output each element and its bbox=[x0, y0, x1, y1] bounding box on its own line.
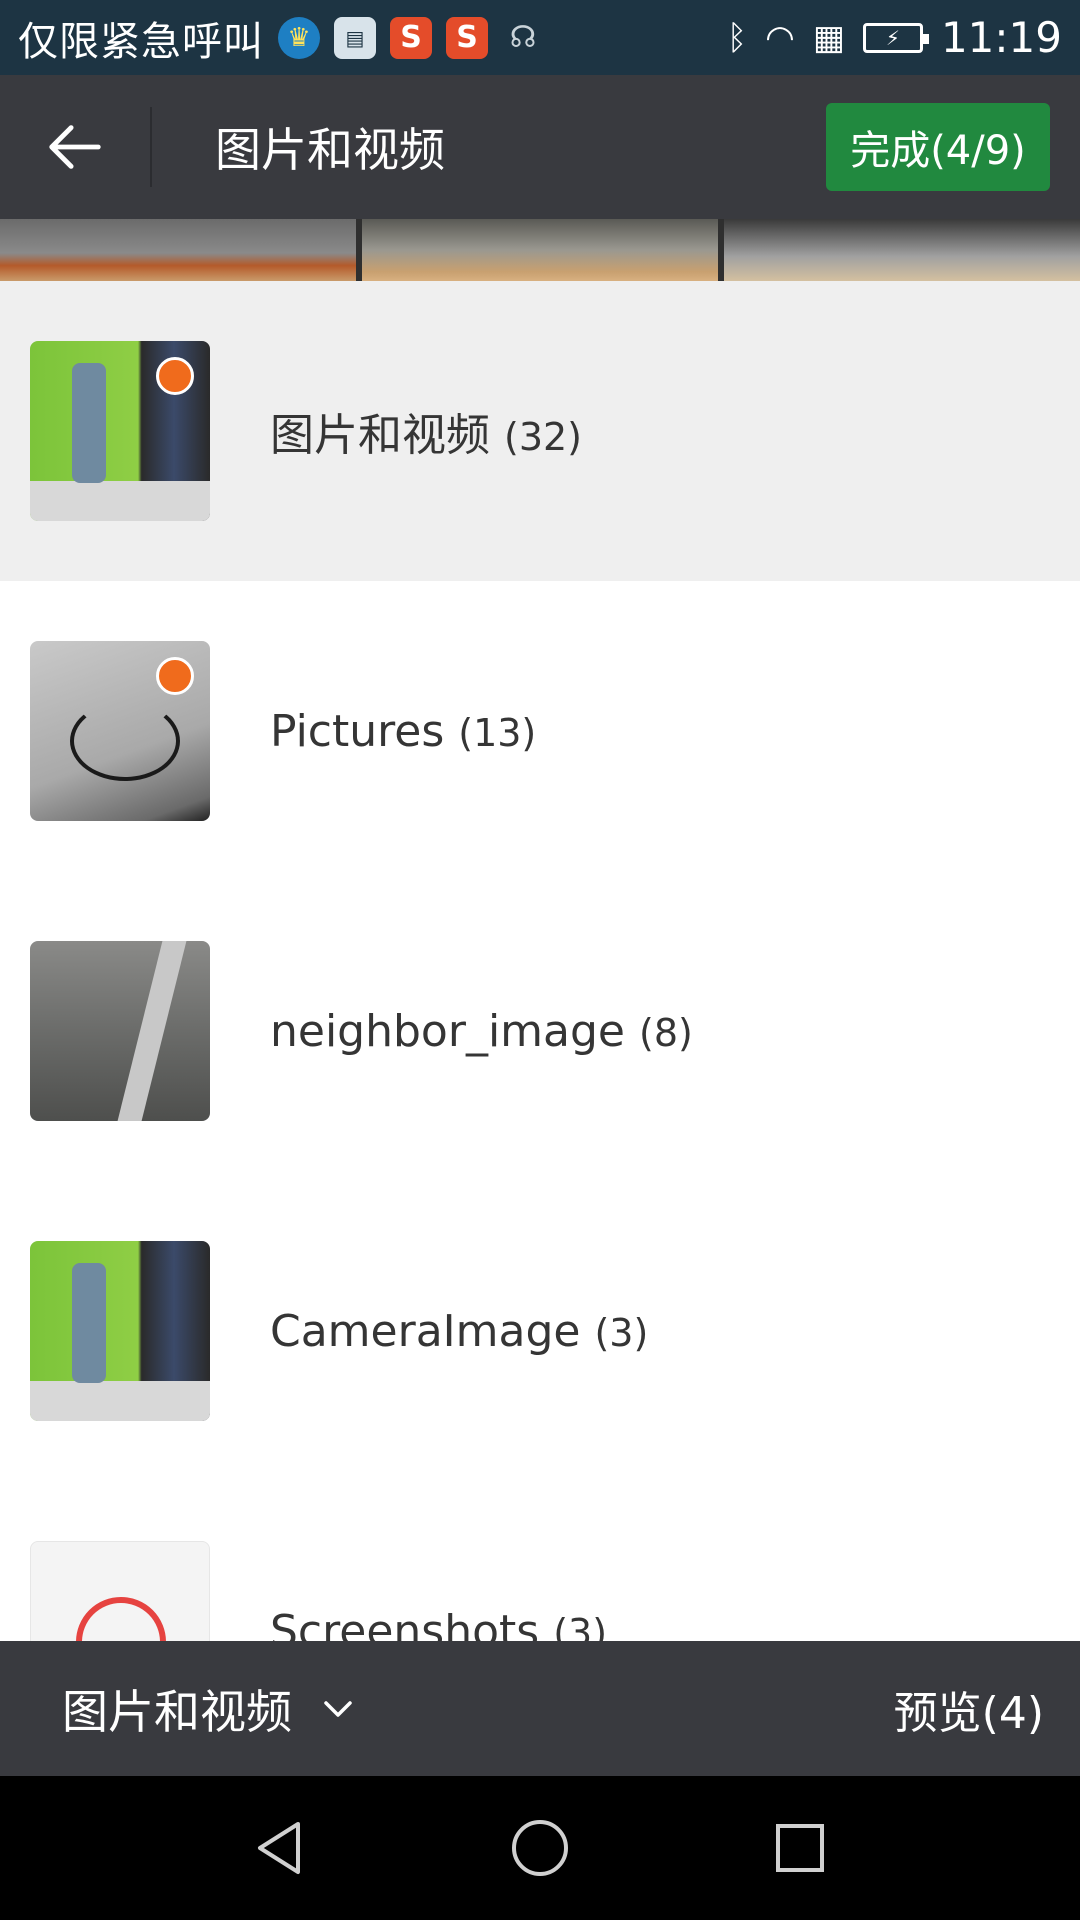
sina-s-icon: S bbox=[390, 16, 432, 59]
album-name: Pictures bbox=[270, 705, 445, 757]
status-right: ᛒ ◠ ▦ ⚡ 11:19 bbox=[727, 0, 1062, 75]
circle-home-icon bbox=[512, 1820, 568, 1876]
album-count: (32) bbox=[504, 415, 583, 459]
album-name: neighbor_image bbox=[270, 1005, 625, 1057]
album-count: (8) bbox=[639, 1010, 693, 1055]
sim-icon: ▦ bbox=[812, 17, 845, 58]
photo-grid-strip bbox=[0, 219, 1080, 281]
bottom-toolbar: 图片和视频 预览(4) bbox=[0, 1641, 1080, 1776]
album-thumbnail bbox=[30, 1541, 210, 1641]
system-nav-bar bbox=[0, 1776, 1080, 1920]
carrier-text: 仅限紧急呼叫 bbox=[18, 18, 264, 65]
album-label: CameraImage (3) bbox=[270, 1306, 648, 1357]
selected-dot-icon bbox=[156, 357, 194, 395]
page-title: 图片和视频 bbox=[215, 123, 445, 177]
album-label: Screenshots (3) bbox=[270, 1606, 607, 1642]
nav-back-button[interactable] bbox=[235, 1803, 325, 1893]
album-thumbnail bbox=[30, 1241, 210, 1421]
crown-icon: ♛ bbox=[278, 16, 320, 59]
nav-home-button[interactable] bbox=[495, 1803, 585, 1893]
album-label: 图片和视频 (32) bbox=[270, 399, 582, 463]
status-time: 11:19 bbox=[940, 13, 1062, 62]
album-item[interactable]: Pictures (13) bbox=[0, 581, 1080, 881]
bluetooth-icon: ᛒ bbox=[726, 17, 748, 58]
wifi-icon: ◠ bbox=[765, 17, 795, 58]
top-app-bar: 图片和视频 完成(4/9) bbox=[0, 75, 1080, 219]
album-item[interactable]: Screenshots (3) bbox=[0, 1481, 1080, 1641]
album-item[interactable]: 图片和视频 (32) bbox=[0, 281, 1080, 581]
selected-dot-icon bbox=[156, 657, 194, 695]
folder-selector-label: 图片和视频 bbox=[62, 1684, 292, 1739]
back-arrow-icon bbox=[49, 125, 101, 169]
chevron-down-icon bbox=[324, 1700, 352, 1717]
triangle-back-icon bbox=[258, 1822, 300, 1874]
album-item[interactable]: CameraImage (3) bbox=[0, 1181, 1080, 1481]
album-list: 图片和视频 (32) Pictures (13) neighbor_image … bbox=[0, 281, 1080, 1641]
album-count: (13) bbox=[458, 710, 537, 755]
square-recents-icon bbox=[776, 1824, 824, 1872]
sina-s-icon: S bbox=[446, 16, 488, 59]
album-thumbnail bbox=[30, 941, 210, 1121]
album-item[interactable]: neighbor_image (8) bbox=[0, 881, 1080, 1181]
photo-thumbnail[interactable] bbox=[724, 219, 1080, 281]
album-name: Screenshots bbox=[270, 1605, 540, 1642]
album-name: CameraImage bbox=[270, 1305, 581, 1357]
folder-selector[interactable]: 图片和视频 bbox=[62, 1641, 356, 1776]
album-name: 图片和视频 bbox=[270, 410, 490, 461]
nav-recents-button[interactable] bbox=[755, 1803, 845, 1893]
album-count: (3) bbox=[553, 1610, 608, 1642]
photo-thumbnail[interactable] bbox=[362, 219, 718, 281]
album-label: neighbor_image (8) bbox=[270, 1006, 693, 1057]
photo-thumbnail[interactable] bbox=[0, 219, 356, 281]
divider bbox=[150, 107, 152, 187]
status-left: 仅限紧急呼叫 ♛ ▤ S S ☊ bbox=[18, 0, 544, 75]
store-icon: ▤ bbox=[334, 16, 376, 59]
preview-button[interactable]: 预览(4) bbox=[894, 1641, 1044, 1776]
back-button[interactable] bbox=[30, 109, 120, 185]
album-label: Pictures (13) bbox=[270, 706, 536, 757]
done-button[interactable]: 完成(4/9) bbox=[826, 103, 1050, 191]
status-bar: 仅限紧急呼叫 ♛ ▤ S S ☊ ᛒ ◠ ▦ ⚡ 11:19 bbox=[0, 0, 1080, 75]
battery-icon: ⚡ bbox=[862, 22, 929, 53]
android-icon: ☊ bbox=[509, 20, 537, 55]
album-count: (3) bbox=[594, 1310, 649, 1355]
